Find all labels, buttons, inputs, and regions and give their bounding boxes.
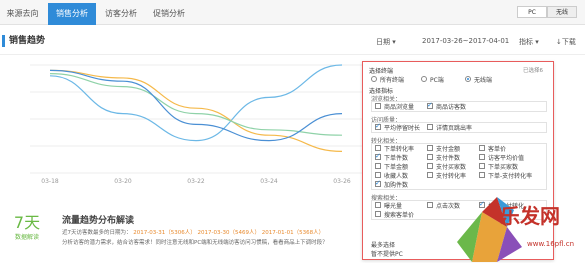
metric-label: 商品访客数 (436, 104, 467, 111)
metric-checkbox[interactable] (375, 152, 381, 160)
metric-label: 搜索客单价 (384, 212, 415, 219)
metric-checkbox[interactable] (375, 202, 381, 208)
terminal-label: PC端 (430, 77, 444, 84)
badge-label: 数据解读 (14, 234, 39, 241)
terminal-heading: 选择终端 (369, 68, 394, 75)
terminal-radio[interactable] (371, 76, 377, 82)
metric-label: 下单转化率 (384, 146, 415, 153)
date-range[interactable]: 2017-03-26~2017-04-01 (422, 37, 509, 45)
metric-label: 支付件数 (436, 155, 461, 162)
x-tick-label: 03-26 (333, 178, 351, 185)
info-date-1: 2017-03-31（5306人） (133, 230, 196, 236)
metric-checkbox[interactable] (427, 202, 433, 208)
metric-label: 支付买家数 (436, 164, 467, 171)
metric-checkbox[interactable] (375, 145, 381, 151)
day-select-label: 日期 (376, 38, 390, 46)
popup-footer: 最多选择 (371, 242, 396, 249)
metric-checkbox[interactable] (375, 179, 381, 187)
series-line (49, 64, 343, 142)
metric-label: 访客平均价值 (488, 155, 525, 162)
metric-checkbox[interactable] (427, 154, 433, 160)
tab-visitor[interactable]: 访客分析 (98, 3, 144, 25)
metric-checkbox[interactable] (427, 172, 433, 178)
metric-label: 商品浏览量 (384, 104, 415, 111)
x-tick-label: 03-18 (41, 178, 59, 185)
metric-label: 客单价 (488, 146, 507, 153)
terminal-radio[interactable] (465, 76, 471, 82)
terminal-radio[interactable] (421, 76, 427, 82)
metric-checkbox[interactable] (427, 124, 433, 130)
metric-label: 曝光量 (384, 203, 403, 210)
download-label: 下载 (561, 38, 576, 46)
metric-label: 平均停留时长 (384, 125, 421, 132)
logo-url: www.16pfl.cn (527, 240, 575, 248)
tab-source[interactable]: 来源去向 (0, 3, 45, 25)
metric-label: 下单件数 (384, 155, 409, 162)
tab-sales[interactable]: 销售分析 (48, 3, 96, 25)
chevron-down-icon: ▾ (535, 38, 539, 46)
metric-label: 支付转化率 (436, 173, 467, 180)
metric-label: 支付金额 (436, 146, 461, 153)
x-tick-label: 03-22 (187, 178, 205, 185)
metric-checkbox[interactable] (375, 211, 381, 217)
metric-checkbox[interactable] (479, 172, 485, 178)
metric-checkbox[interactable] (427, 163, 433, 169)
tab-promo[interactable]: 促销分析 (146, 3, 192, 25)
info-line-1: 近7天访客数最多的日期为： 2017-03-31（5306人） 2017-03-… (62, 228, 324, 236)
pc-toggle[interactable]: PC (517, 6, 547, 18)
sales-trend-chart: 03-18 03-20 03-22 03-24 03-26 (30, 64, 362, 185)
download-button[interactable]: ↓下载 (556, 37, 576, 47)
metric-label: 详情页跳出率 (436, 125, 473, 132)
terminal-label: 所有终端 (380, 77, 405, 84)
section-title: 销售趋势 (9, 36, 46, 46)
metric-label: 下单-支付转化率 (488, 173, 533, 180)
metric-label: 加购件数 (384, 182, 409, 189)
metric-checkbox[interactable] (479, 154, 485, 160)
info-date-2: 2017-03-30（5469人） (197, 230, 260, 236)
data-interpretation-badge: 7天 数据解读 (8, 214, 46, 254)
metric-checkbox[interactable] (375, 122, 381, 130)
popup-footer-note: 暂不提供PC (371, 251, 403, 258)
section-accent-bar (2, 35, 5, 47)
series-line (49, 73, 343, 136)
metric-select-label: 指标 (519, 38, 533, 46)
terminal-label: 无线端 (474, 77, 493, 84)
info-line-1-prefix: 近7天访客数最多的日期为： (62, 230, 132, 236)
logo-text: 乐发网 (500, 204, 560, 228)
metric-label: 下单金额 (384, 164, 409, 171)
series-line (49, 69, 343, 142)
x-tick-label: 03-20 (114, 178, 132, 185)
badge-number: 7天 (13, 213, 41, 232)
metric-label: 收藏人数 (384, 173, 409, 180)
metric-checkbox[interactable] (375, 172, 381, 178)
top-tab-bar: 来源去向 销售分析 访客分析 促销分析 PC 无线 (0, 0, 585, 25)
info-title: 流量趋势分布解读 (62, 216, 135, 226)
selected-count: 已选择6 (523, 68, 543, 74)
day-select[interactable]: 日期 ▾ (376, 37, 396, 47)
metric-checkbox[interactable] (479, 145, 485, 151)
info-line-2: 分析访客的潜力需求，结合访客需求！同时注意无线和PC端和无线端访客访问习惯稿，看… (62, 240, 328, 246)
metric-checkbox[interactable] (427, 101, 433, 109)
metric-select[interactable]: 指标 ▾ (519, 37, 539, 47)
info-date-3: 2017-01-01（5368人） (261, 230, 325, 236)
metric-checkbox[interactable] (375, 163, 381, 169)
metric-checkbox[interactable] (375, 103, 381, 109)
metric-checkbox[interactable] (479, 163, 485, 169)
metric-checkbox[interactable] (427, 145, 433, 151)
wireless-toggle[interactable]: 无线 (547, 6, 577, 18)
chevron-down-icon: ▾ (392, 38, 396, 46)
metric-label: 下单买家数 (488, 164, 519, 171)
x-tick-label: 03-24 (260, 178, 278, 185)
